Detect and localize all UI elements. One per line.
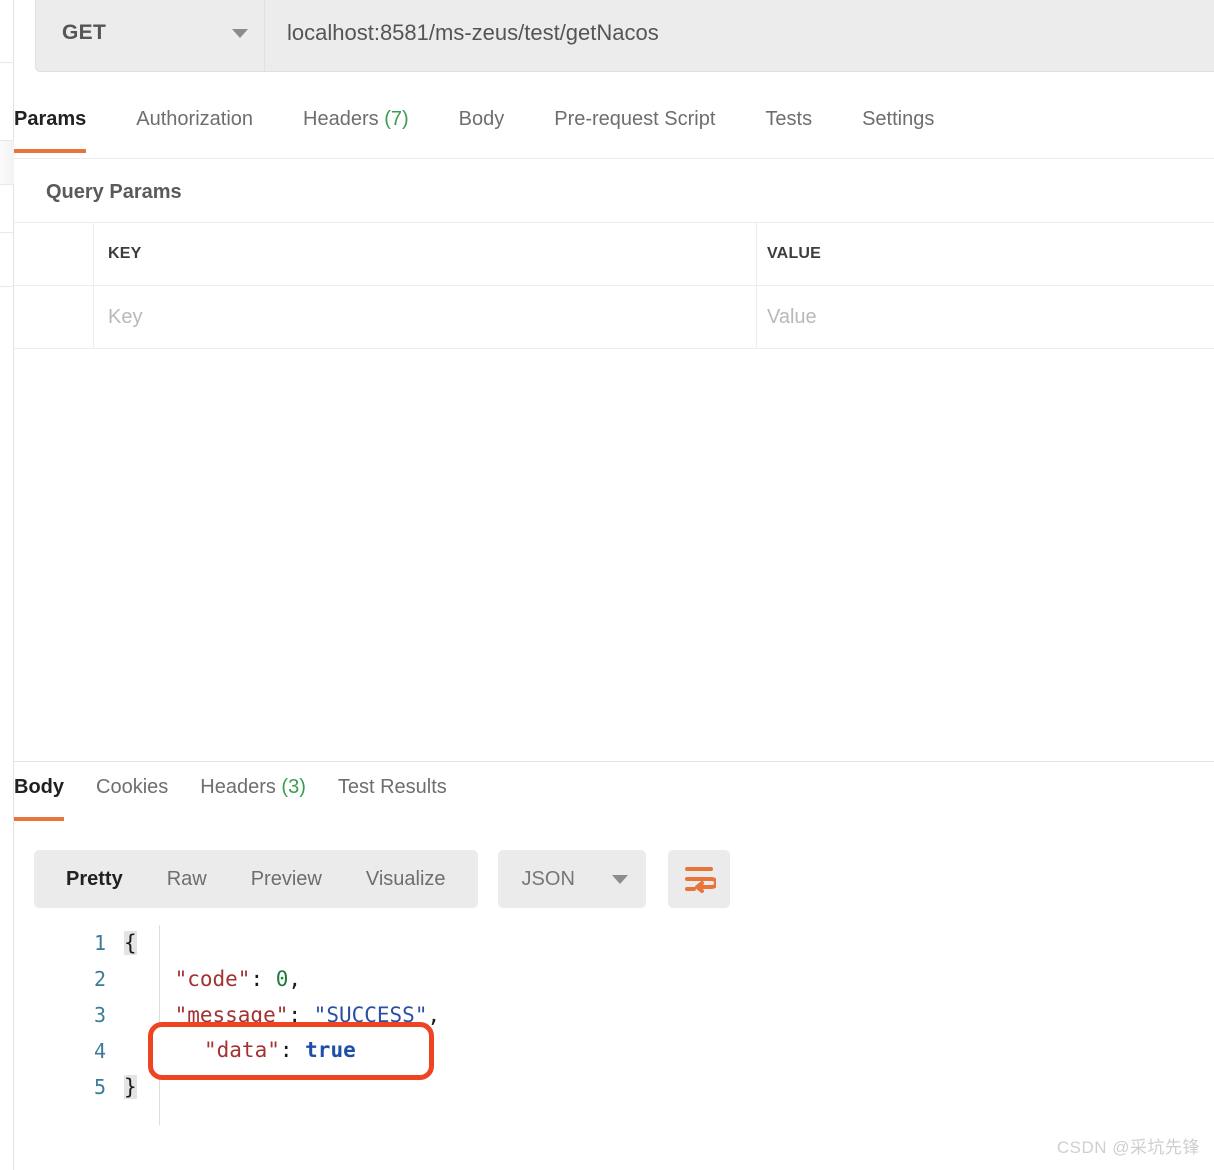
response-view-segmented-control: Pretty Raw Preview Visualize [34,850,478,908]
view-segment-pretty[interactable]: Pretty [44,868,145,891]
code-token: "data" [204,1038,280,1062]
response-tab-bar: Body Cookies Headers (3) Test Results [14,768,1214,826]
tab-label: Headers [303,108,379,130]
response-tab-test-results[interactable]: Test Results [338,768,447,821]
param-key-cell[interactable]: Key [94,286,757,348]
view-segment-preview[interactable]: Preview [229,868,344,891]
word-wrap-icon [684,867,716,893]
line-number: 4 [93,1039,106,1063]
http-method-select[interactable]: GET [35,0,265,72]
tab-authorization[interactable]: Authorization [136,100,253,153]
rail-divider [0,184,14,185]
code-token: , [427,1003,441,1027]
column-header-key: KEY [94,223,757,285]
tab-count-badge: (3) [275,776,306,798]
tab-tests[interactable]: Tests [765,100,812,153]
tab-body[interactable]: Body [459,100,505,153]
tab-params[interactable]: Params [14,100,87,153]
left-rail [0,0,14,1170]
response-format-bar: Pretty Raw Preview Visualize JSON [34,850,730,908]
chevron-down-icon [611,874,628,884]
code-token: , [288,967,302,991]
params-empty-area [14,352,1214,762]
tab-label: Cookies [96,776,169,798]
annotation-highlighted-code: "data": true [204,1038,356,1062]
tab-label: Params [14,108,87,130]
column-header-value: VALUE [757,223,1214,285]
view-segment-raw[interactable]: Raw [145,868,229,891]
code-token: } [124,1075,137,1099]
tab-label: Test Results [337,776,447,798]
tab-label: Settings [862,108,935,130]
row-checkbox-cell[interactable] [14,286,94,348]
code-token: "code" [174,967,251,991]
query-params-title: Query Params [46,181,182,203]
code-token: : [250,967,276,991]
tab-label: Authorization [136,108,254,130]
response-language-label: JSON [521,867,575,890]
rail-divider [0,232,14,233]
watermark: CSDN @采坑先锋 [1056,1138,1200,1157]
view-segment-visualize[interactable]: Visualize [344,868,468,891]
chevron-down-icon [232,28,248,38]
param-value-cell[interactable]: Value [757,286,1214,348]
query-params-table: KEY VALUE Key Value [14,222,1214,349]
tab-label: Body [14,776,64,798]
tab-count-badge: (7) [378,108,409,130]
tab-label: Pre-request Script [554,108,716,130]
select-all-cell[interactable] [14,223,94,285]
response-language-select[interactable]: JSON [497,850,646,908]
code-line-content: } [124,1075,137,1099]
response-tab-cookies[interactable]: Cookies [96,768,168,821]
code-token: : [279,1038,306,1062]
param-key-placeholder: Key [108,305,143,328]
url-text: localhost:8581/ms-zeus/test/getNacos [287,20,659,45]
rail-divider [0,286,14,287]
line-number: 3 [93,1003,106,1027]
column-header-value-label: VALUE [767,245,822,262]
tab-label: Body [458,108,505,130]
request-tab-bar: Params Authorization Headers (7) Body Pre-re… [14,100,1214,158]
word-wrap-button[interactable] [667,850,730,908]
line-number: 2 [93,967,106,991]
code-token: true [305,1038,356,1062]
rail-divider [0,62,14,63]
tab-label: Headers [200,776,276,798]
param-value-placeholder: Value [767,305,817,328]
rail-divider [0,140,14,141]
table-row: Key Value [14,286,1214,349]
url-input[interactable]: localhost:8581/ms-zeus/test/getNacos [265,0,1214,72]
response-tab-body[interactable]: Body [14,768,64,821]
code-token: 0 [275,967,289,991]
tab-settings[interactable]: Settings [862,100,934,153]
response-tab-headers[interactable]: Headers (3) [200,768,306,821]
tab-headers[interactable]: Headers (7) [303,100,409,153]
rail-highlight [0,140,14,184]
query-params-section: Query Params KEY VALUE Key Value [14,158,1214,349]
line-number: 1 [93,931,106,955]
code-line: 1{ [14,925,1214,961]
column-header-key-label: KEY [108,245,142,262]
code-token: { [124,931,137,955]
code-line: 2 "code": 0, [14,961,1214,997]
line-number: 5 [93,1075,106,1099]
tab-label: Tests [765,108,813,130]
http-method-label: GET [62,21,107,44]
code-line-content: "code": 0, [124,967,301,991]
table-header-row: KEY VALUE [14,223,1214,286]
code-line-content: { [124,931,137,955]
tab-pre-request-script[interactable]: Pre-request Script [554,100,715,153]
request-url-bar: GET localhost:8581/ms-zeus/test/getNacos [35,0,1214,72]
